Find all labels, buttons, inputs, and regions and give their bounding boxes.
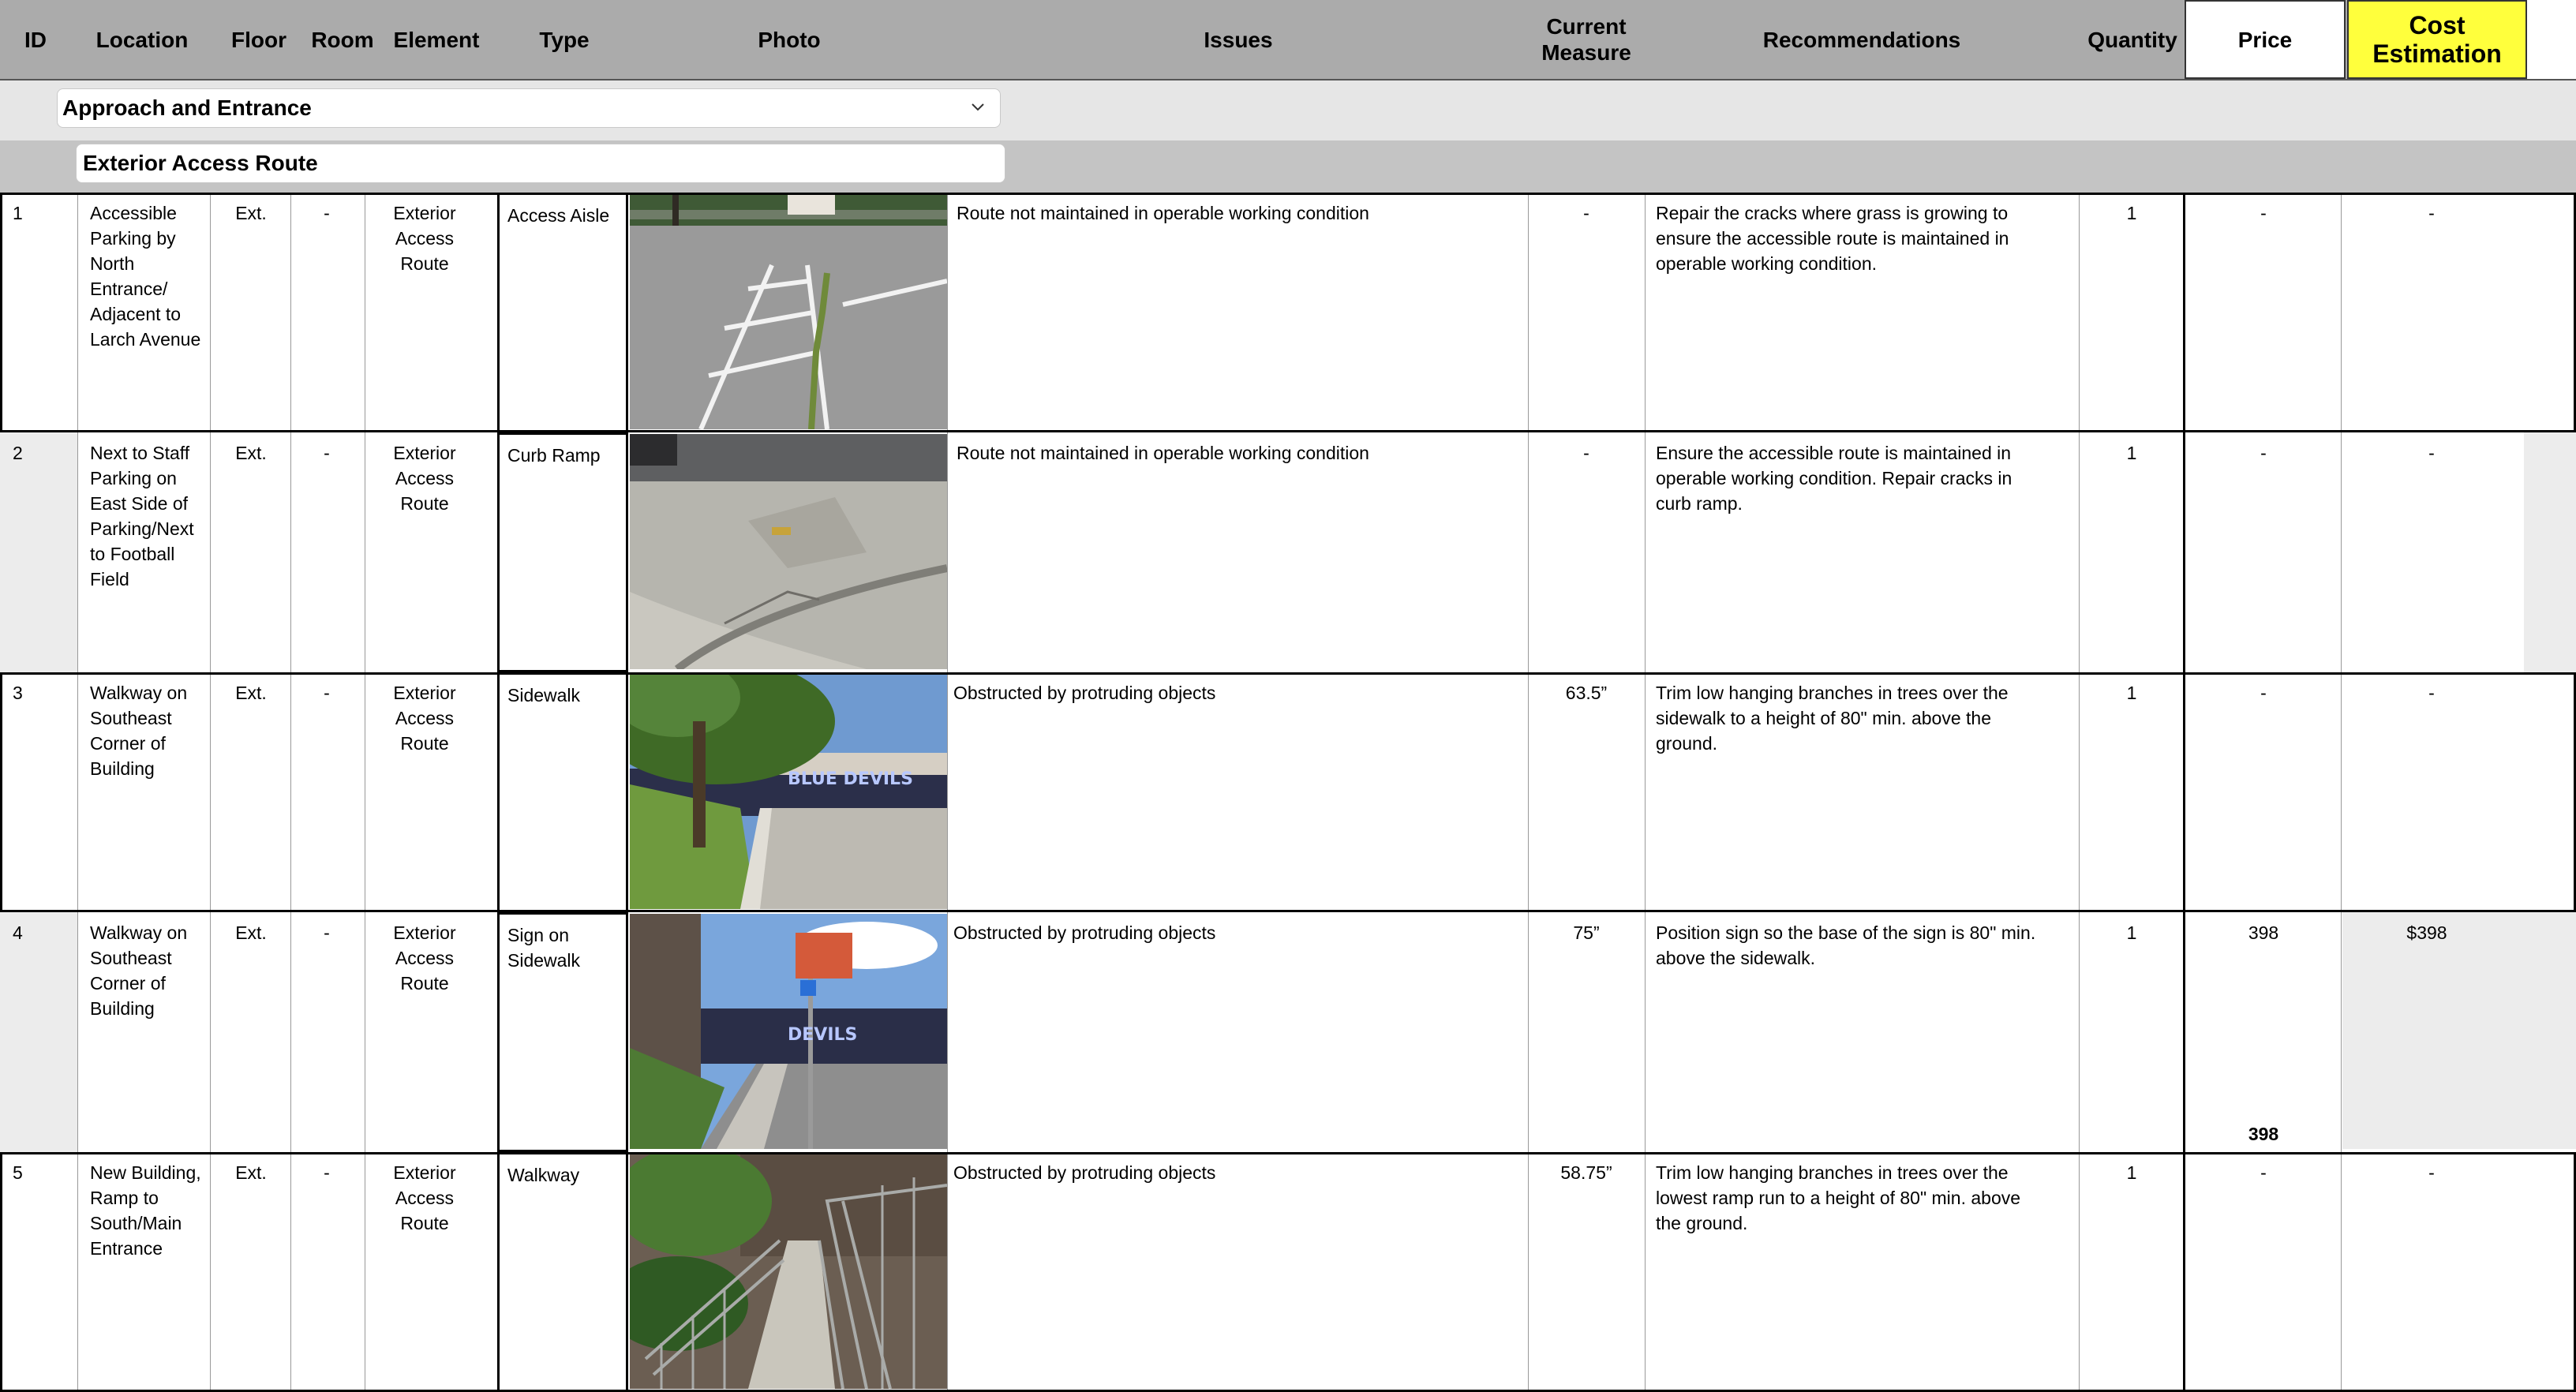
cell-bg bbox=[2524, 432, 2576, 672]
cell-cost[interactable]: - bbox=[2342, 432, 2521, 672]
cell-cost[interactable]: $398 bbox=[2342, 912, 2511, 1152]
table-row: 3 Walkway on Southeast Corner of Buildin… bbox=[0, 672, 2576, 912]
cell-price[interactable]: - bbox=[2185, 672, 2342, 912]
cell-recommendation[interactable]: Repair the cracks where grass is growing… bbox=[1645, 193, 2079, 432]
cell-type[interactable]: Curb Ramp bbox=[497, 432, 628, 672]
cell-id[interactable]: 3 bbox=[0, 672, 76, 912]
cell-room[interactable]: - bbox=[290, 912, 363, 1152]
cell-element[interactable]: Exterior Access Route bbox=[366, 912, 483, 1152]
cell-location[interactable]: Walkway on Southeast Corner of Building bbox=[79, 672, 212, 912]
cell-type[interactable]: Access Aisle bbox=[497, 193, 628, 432]
cell-issues[interactable]: Obstructed by protruding objects bbox=[949, 672, 1528, 912]
category-dropdown-value: Approach and Entrance bbox=[62, 95, 312, 120]
price-total: 398 bbox=[2248, 1124, 2279, 1144]
category-dropdown[interactable]: Approach and Entrance bbox=[57, 88, 1001, 128]
cell-recommendation[interactable]: Trim low hanging branches in trees over … bbox=[1645, 1152, 2079, 1392]
cell-type[interactable]: Walkway bbox=[497, 1152, 628, 1392]
cell-element[interactable]: Exterior Access Route bbox=[366, 1152, 483, 1392]
cell-room[interactable]: - bbox=[290, 432, 363, 672]
cell-price[interactable]: - bbox=[2185, 432, 2342, 672]
cell-floor[interactable]: Ext. bbox=[212, 1152, 290, 1392]
cell-cost[interactable]: - bbox=[2342, 1152, 2521, 1392]
photo-sign-on-sidewalk: DEVILS bbox=[630, 914, 947, 1149]
table-row: 1 Accessible Parking by North Entrance/ … bbox=[0, 193, 2576, 432]
cell-recommendation[interactable]: Trim low hanging branches in trees over … bbox=[1645, 672, 2079, 912]
cell-element[interactable]: Exterior Access Route bbox=[366, 432, 483, 672]
cell-location[interactable]: Accessible Parking by North Entrance/ Ad… bbox=[79, 193, 212, 432]
col-header-photo: Photo bbox=[758, 27, 821, 52]
cell-room[interactable]: - bbox=[290, 1152, 363, 1392]
col-header-id: ID bbox=[24, 27, 47, 52]
cell-floor[interactable]: Ext. bbox=[212, 193, 290, 432]
col-header-recommendations: Recommendations bbox=[1762, 27, 1961, 52]
photo-cracked-curb-ramp bbox=[630, 434, 947, 669]
col-header-price: Price bbox=[2185, 0, 2346, 79]
cell-id[interactable]: 2 bbox=[0, 432, 76, 672]
cell-floor[interactable]: Ext. bbox=[212, 672, 290, 912]
cell-floor[interactable]: Ext. bbox=[212, 432, 290, 672]
cell-current-measure[interactable]: 63.5” bbox=[1528, 672, 1645, 912]
cell-issues[interactable]: Route not maintained in operable working… bbox=[949, 432, 1528, 672]
col-header-floor: Floor bbox=[231, 27, 286, 52]
svg-text:DEVILS: DEVILS bbox=[788, 1025, 857, 1045]
table-header: ID Location Floor Room Element Type Phot… bbox=[0, 0, 2576, 79]
cell-current-measure[interactable]: - bbox=[1528, 193, 1645, 432]
cell-element[interactable]: Exterior Access Route bbox=[366, 193, 483, 432]
cell-quantity[interactable]: 1 bbox=[2079, 672, 2185, 912]
cell-location[interactable]: Next to Staff Parking on East Side of Pa… bbox=[79, 432, 212, 672]
cell-issues[interactable]: Obstructed by protruding objects bbox=[949, 912, 1528, 1152]
cell-current-measure[interactable]: - bbox=[1528, 432, 1645, 672]
photo-parking-lot-cracks bbox=[630, 194, 947, 429]
cell-type[interactable]: Sign on Sidewalk bbox=[497, 912, 628, 1152]
col-header-room: Room bbox=[311, 27, 374, 52]
svg-text:BLUE DEVILS: BLUE DEVILS bbox=[788, 769, 913, 789]
table-row: 2 Next to Staff Parking on East Side of … bbox=[0, 432, 2576, 672]
photo-tree-over-sidewalk: BLUE DEVILS bbox=[630, 674, 947, 909]
cell-quantity[interactable]: 1 bbox=[2079, 1152, 2185, 1392]
cell-element[interactable]: Exterior Access Route bbox=[366, 672, 483, 912]
col-header-issues: Issues bbox=[1204, 27, 1273, 52]
cell-price[interactable]: - bbox=[2185, 1152, 2342, 1392]
cell-recommendation[interactable]: Ensure the accessible route is maintaine… bbox=[1645, 432, 2079, 672]
cell-issues[interactable]: Obstructed by protruding objects bbox=[949, 1152, 1528, 1392]
cell-id[interactable]: 1 bbox=[0, 193, 76, 432]
cell-type[interactable]: Sidewalk bbox=[497, 672, 628, 912]
cell-id[interactable]: 5 bbox=[0, 1152, 76, 1392]
col-header-element: Element bbox=[393, 27, 480, 52]
cell-room[interactable]: - bbox=[290, 672, 363, 912]
cell-quantity[interactable]: 1 bbox=[2079, 912, 2185, 1152]
table-row: 5 New Building, Ramp to South/Main Entra… bbox=[0, 1152, 2576, 1392]
col-header-cost-estimation: Cost Estimation bbox=[2347, 0, 2527, 79]
header-right-pad bbox=[2527, 0, 2576, 79]
cell-location[interactable]: Walkway on Southeast Corner of Building bbox=[79, 912, 212, 1152]
cell-room[interactable]: - bbox=[290, 193, 363, 432]
chevron-down-icon bbox=[972, 103, 984, 111]
table-row: 4 Walkway on Southeast Corner of Buildin… bbox=[0, 912, 2576, 1152]
cell-price[interactable]: 398 bbox=[2185, 912, 2342, 1152]
section-title-field[interactable]: Exterior Access Route bbox=[76, 144, 1005, 183]
col-header-quantity: Quantity bbox=[2087, 27, 2177, 52]
col-header-type: Type bbox=[539, 27, 590, 52]
col-header-current-measure: Current Measure bbox=[1541, 14, 1631, 65]
cell-recommendation[interactable]: Position sign so the base of the sign is… bbox=[1645, 912, 2079, 1152]
cell-price[interactable]: - bbox=[2185, 193, 2342, 432]
cell-cost[interactable]: - bbox=[2342, 672, 2521, 912]
cell-floor[interactable]: Ext. bbox=[212, 912, 290, 1152]
col-header-location: Location bbox=[95, 27, 189, 52]
cell-current-measure[interactable]: 58.75” bbox=[1528, 1152, 1645, 1392]
cell-quantity[interactable]: 1 bbox=[2079, 432, 2185, 672]
cell-issues[interactable]: Route not maintained in operable working… bbox=[949, 193, 1528, 432]
section-title-value: Exterior Access Route bbox=[83, 151, 318, 175]
cell-id[interactable]: 4 bbox=[0, 912, 76, 1152]
cell-current-measure[interactable]: 75” bbox=[1528, 912, 1645, 1152]
photo-ramp-with-railings bbox=[630, 1154, 947, 1389]
cell-cost[interactable]: - bbox=[2342, 193, 2521, 432]
cell-quantity[interactable]: 1 bbox=[2079, 193, 2185, 432]
cell-location[interactable]: New Building, Ramp to South/Main Entranc… bbox=[79, 1152, 212, 1392]
